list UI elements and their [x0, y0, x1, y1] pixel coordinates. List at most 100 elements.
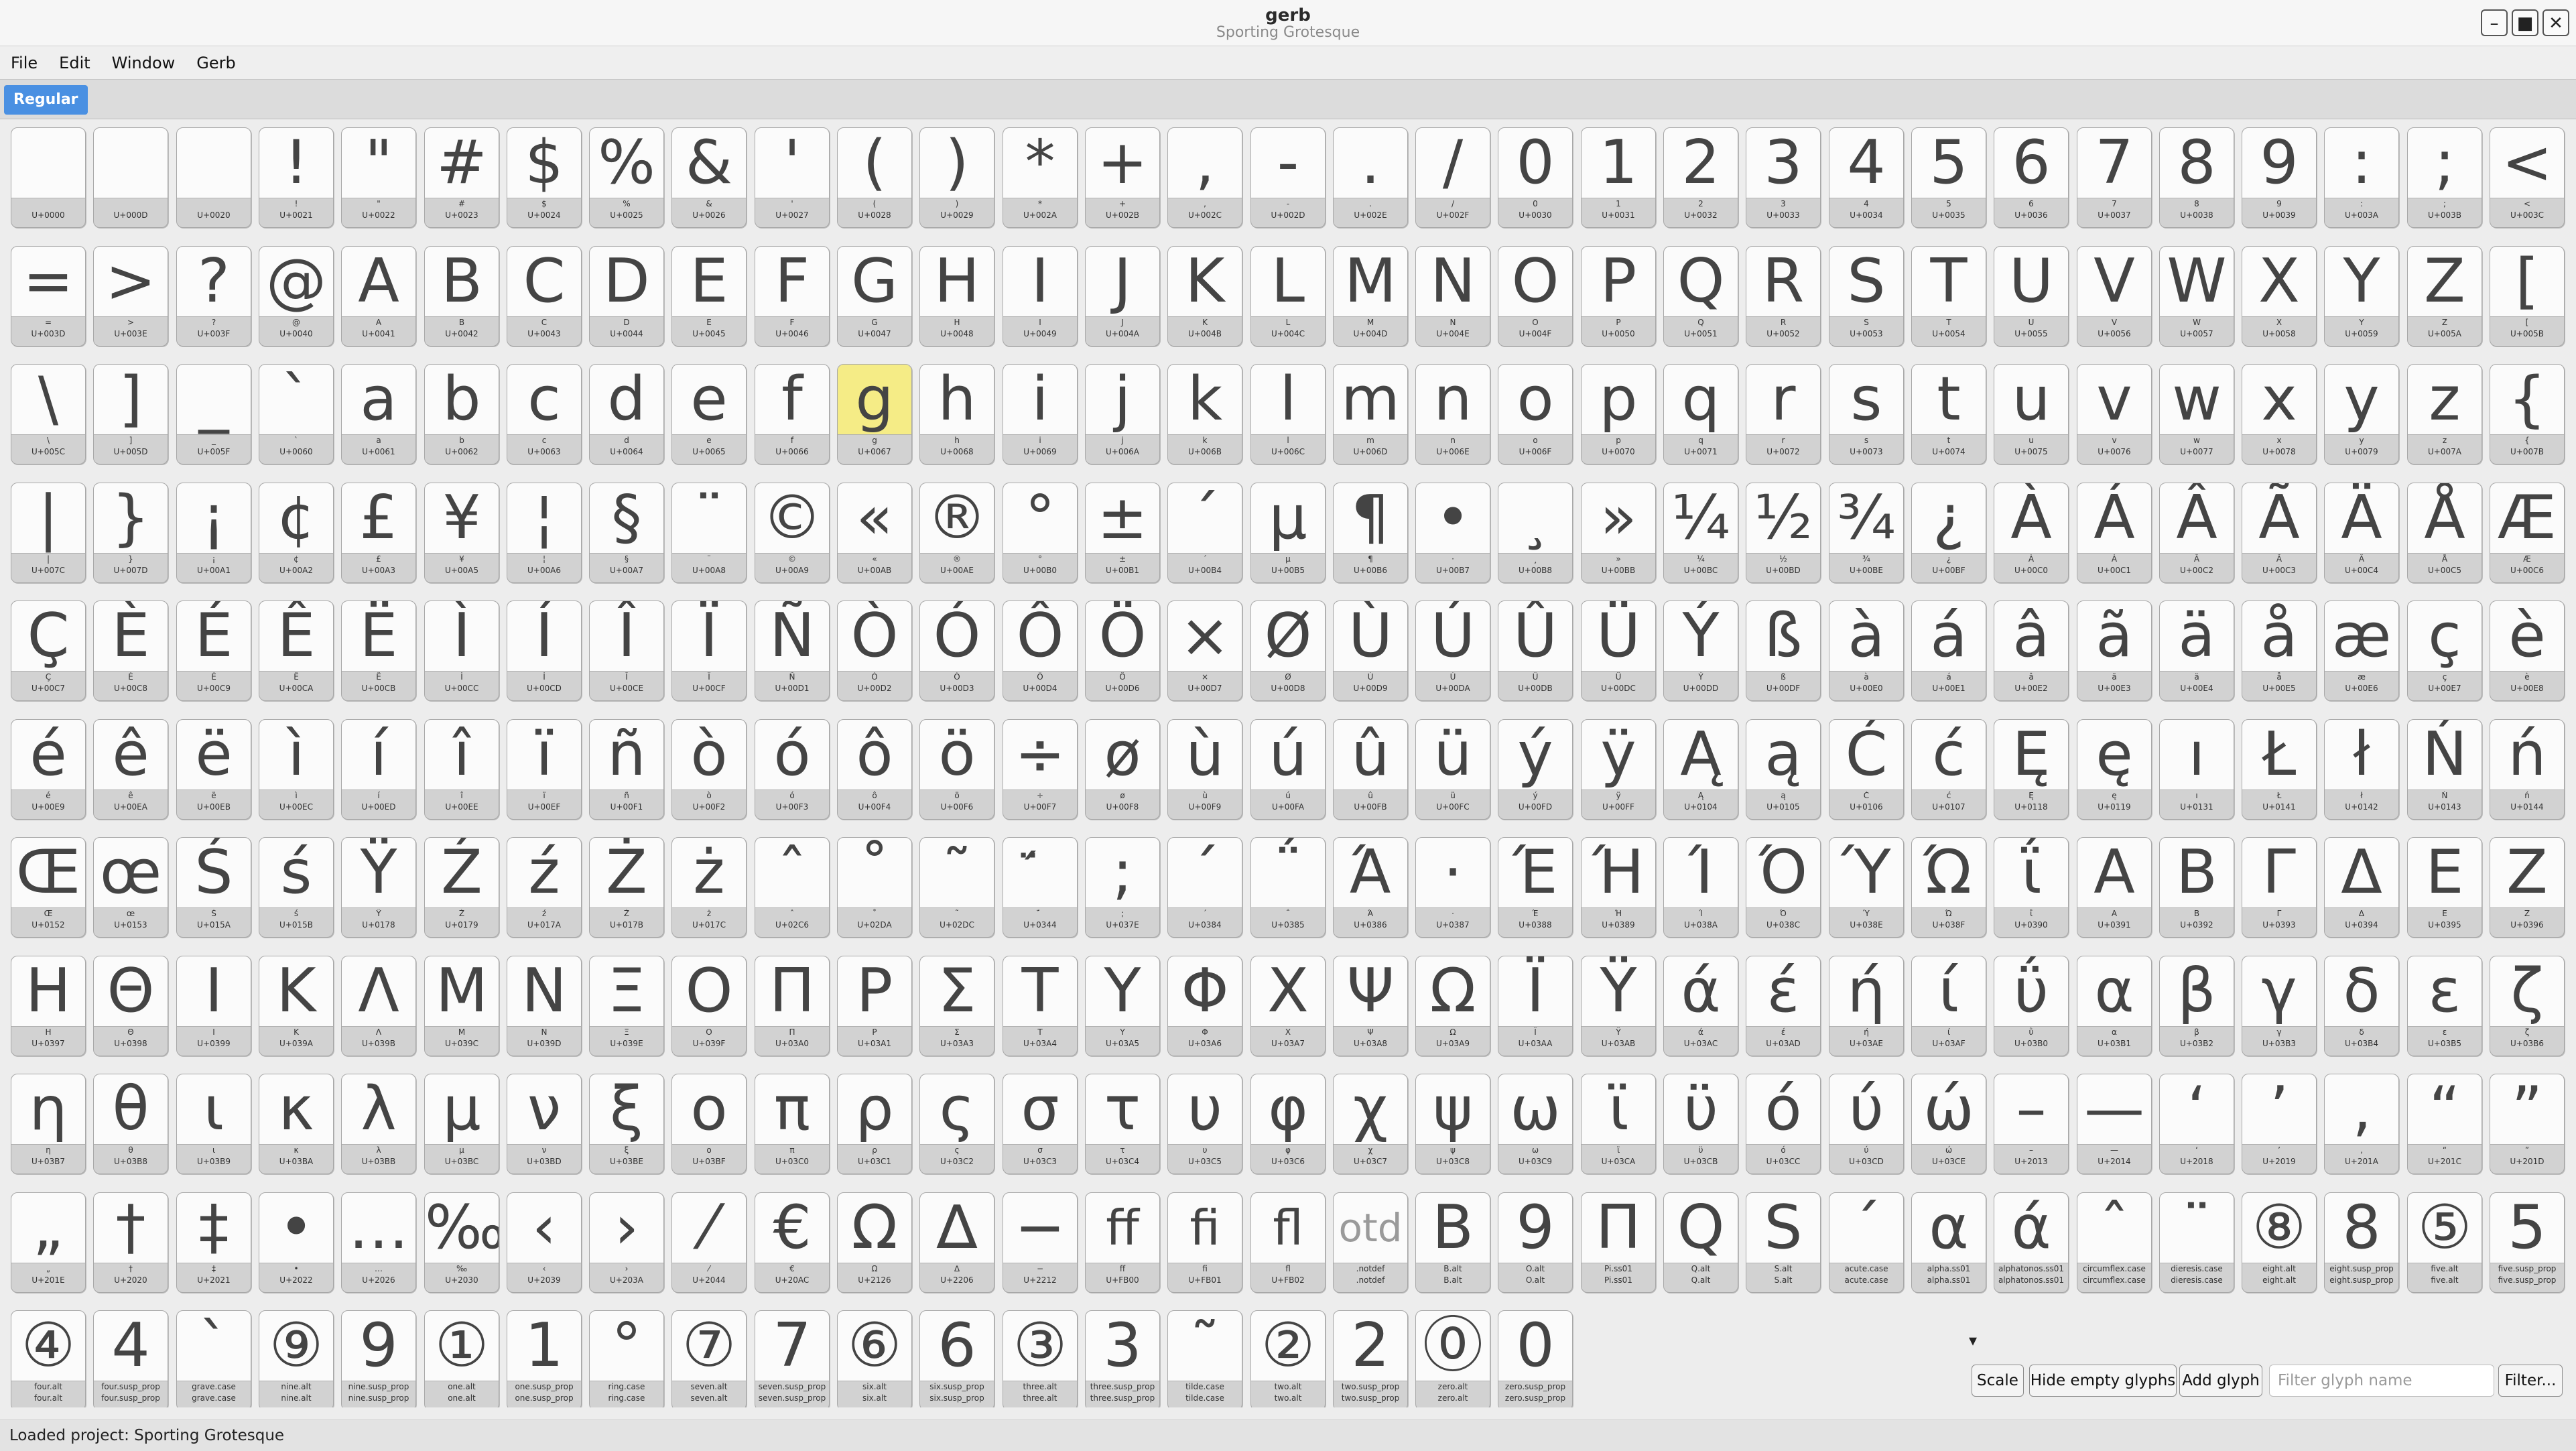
glyph-cell[interactable]: [[U+005B: [2490, 246, 2565, 346]
glyph-cell[interactable]: w w U+0077: [2159, 364, 2234, 464]
glyph-cell[interactable]: Å Å U+00C5: [2407, 483, 2482, 583]
glyph-cell[interactable]: 0 0 U+0030: [1498, 127, 1573, 228]
glyph-cell[interactable]: λ λ U+03BB: [341, 1074, 416, 1174]
glyph-cell[interactable]: Á Á U+00C1: [2077, 483, 2152, 583]
glyph-cell[interactable]: û û U+00FB: [1333, 719, 1408, 820]
glyph-cell[interactable]: Ÿ Ÿ U+0178: [341, 837, 416, 938]
glyph-cell[interactable]: Τ Τ U+03A4: [1003, 956, 1078, 1056]
glyph-cell[interactable]: Œ Œ U+0152: [11, 837, 86, 938]
filter-button[interactable]: Filter...: [2498, 1365, 2563, 1397]
glyph-cell[interactable]: ø ø U+00F8: [1085, 719, 1160, 820]
glyph-cell[interactable]: υ υ U+03C5: [1167, 1074, 1242, 1174]
add-glyph-button[interactable]: Add glyph: [2179, 1365, 2262, 1397]
glyph-cell[interactable]: 5 five.susp_prop five.susp_prop: [2490, 1192, 2565, 1293]
glyph-cell[interactable]: 8 eight.susp_prop eight.susp_prop: [2324, 1192, 2399, 1293]
glyph-cell[interactable]: ÷ ÷ U+00F7: [1003, 719, 1078, 820]
glyph-cell[interactable]: 7 seven.susp_prop seven.susp_prop: [755, 1310, 830, 1407]
glyph-cell[interactable]: ì ì U+00EC: [259, 719, 334, 820]
glyph-cell[interactable]: »» U+00BB: [1581, 483, 1656, 583]
glyph-cell[interactable]: %% U+0025: [589, 127, 664, 228]
glyph-cell[interactable]: Í Í U+00CD: [507, 601, 582, 701]
glyph-cell[interactable]: ζ ζ U+03B6: [2490, 956, 2565, 1056]
glyph-cell[interactable]: ④ four.alt four.alt: [11, 1310, 86, 1407]
glyph-cell[interactable]: ⓪ zero.alt zero.alt: [1415, 1310, 1490, 1407]
glyph-cell[interactable]: ϊ ϊ U+03CA: [1581, 1074, 1656, 1174]
glyph-cell[interactable]: ˜ tilde.case tilde.case: [1167, 1310, 1242, 1407]
glyph-cell[interactable]: έ έ U+03AD: [1746, 956, 1821, 1056]
menu-window[interactable]: Window: [101, 47, 186, 72]
glyph-cell[interactable]: α alpha.ss01 alpha.ss01: [1911, 1192, 1986, 1293]
glyph-cell[interactable]: }} U+007D: [93, 483, 168, 583]
glyph-cell[interactable]: ① one.alt one.alt: [424, 1310, 499, 1407]
glyph-cell[interactable]: ⁄ ⁄ U+2044: [671, 1192, 747, 1293]
glyph-cell[interactable]: ο ο U+03BF: [671, 1074, 747, 1174]
glyph-cell[interactable]: ώ ώ U+03CE: [1911, 1074, 1986, 1174]
glyph-cell[interactable]: Α Α U+0391: [2077, 837, 2152, 938]
glyph-cell[interactable]: 0 zero.susp_prop zero.susp_prop: [1498, 1310, 1573, 1407]
glyph-cell[interactable]: ` grave.case grave.case: [176, 1310, 251, 1407]
glyph-cell[interactable]: z z U+007A: [2407, 364, 2482, 464]
glyph-cell[interactable]: Ά Ά U+0386: [1333, 837, 1408, 938]
glyph-cell[interactable]: ”” U+201D: [2490, 1074, 2565, 1174]
glyph-cell[interactable]: Ό Ό U+038C: [1746, 837, 1821, 938]
glyph-cell[interactable]: ¦ ¦ U+00A6: [507, 483, 582, 583]
glyph-cell[interactable]: τ τ U+03C4: [1085, 1074, 1160, 1174]
glyph-cell[interactable]: {{U+007B: [2490, 364, 2565, 464]
glyph-cell[interactable]: ό ό U+03CC: [1746, 1074, 1821, 1174]
glyph-cell[interactable]: 6 6 U+0036: [1994, 127, 2069, 228]
glyph-cell[interactable]: ̈́̈́U+0344: [1003, 837, 1078, 938]
glyph-cell[interactable]: Ξ Ξ U+039E: [589, 956, 664, 1056]
glyph-cell[interactable]: Ψ Ψ U+03A8: [1333, 956, 1408, 1056]
glyph-cell[interactable]: α α U+03B1: [2077, 956, 2152, 1056]
glyph-cell[interactable]: É É U+00C9: [176, 601, 251, 701]
glyph-cell[interactable]: ° ° U+00B0: [1003, 483, 1078, 583]
glyph-cell[interactable]: / / U+002F: [1415, 127, 1490, 228]
glyph-cell[interactable]: ć ć U+0107: [1911, 719, 1986, 820]
glyph-cell[interactable]: ¨ dieresis.case dieresis.case: [2159, 1192, 2234, 1293]
glyph-cell[interactable]: À À U+00C0: [1994, 483, 2069, 583]
glyph-cell[interactable]: ¶ ¶ U+00B6: [1333, 483, 1408, 583]
glyph-cell[interactable]: R R U+0052: [1746, 246, 1821, 346]
filter-glyph-input[interactable]: [2269, 1365, 2494, 1397]
glyph-cell[interactable]: é é U+00E9: [11, 719, 86, 820]
glyph-cell[interactable]: î î U+00EE: [424, 719, 499, 820]
glyph-cell[interactable]: ΄ ΄ U+0384: [1167, 837, 1242, 938]
glyph-cell[interactable]: Â Â U+00C2: [2159, 483, 2234, 583]
glyph-cell[interactable]: otd .notdef .notdef: [1333, 1192, 1408, 1293]
glyph-cell[interactable]: E E U+0045: [671, 246, 747, 346]
glyph-cell[interactable]: Ś Ś U+015A: [176, 837, 251, 938]
menu-gerb[interactable]: Gerb: [186, 47, 246, 72]
glyph-cell[interactable]: œ œ U+0153: [93, 837, 168, 938]
glyph-cell[interactable]: > > U+003E: [93, 246, 168, 346]
glyph-cell[interactable]: J J U+004A: [1085, 246, 1160, 346]
glyph-cell[interactable]: æ æ U+00E6: [2324, 601, 2399, 701]
glyph-cell[interactable]: – – U+2013: [1994, 1074, 2069, 1174]
glyph-cell[interactable]: ê ê U+00EA: [93, 719, 168, 820]
glyph-cell[interactable]: ę ę U+0119: [2077, 719, 2152, 820]
glyph-cell[interactable]: ?? U+003F: [176, 246, 251, 346]
glyph-cell[interactable]: κ κ U+03BA: [259, 1074, 334, 1174]
glyph-cell[interactable]: ú ú U+00FA: [1250, 719, 1326, 820]
glyph-cell[interactable]: ‰ ‰ U+2030: [424, 1192, 499, 1293]
glyph-cell[interactable]: Ø Ø U+00D8: [1250, 601, 1326, 701]
glyph-cell[interactable]: ´ ´ U+00B4: [1167, 483, 1242, 583]
glyph-cell[interactable]: v v U+0076: [2077, 364, 2152, 464]
glyph-cell[interactable]: 8 8 U+0038: [2159, 127, 2234, 228]
glyph-cell[interactable]: ς ς U+03C2: [919, 1074, 994, 1174]
glyph-cell[interactable]: ą ą U+0105: [1746, 719, 1821, 820]
glyph-cell[interactable]: ,, U+002C: [1167, 127, 1242, 228]
glyph-cell[interactable]: ⑧ eight.alt eight.alt: [2242, 1192, 2317, 1293]
glyph-cell[interactable]: @ @ U+0040: [259, 246, 334, 346]
glyph-cell[interactable]: Ê Ê U+00CA: [259, 601, 334, 701]
glyph-cell[interactable]: • • U+2022: [259, 1192, 334, 1293]
glyph-cell[interactable]: | | U+007C: [11, 483, 86, 583]
glyph-cell[interactable]: Æ Æ U+00C6: [2490, 483, 2565, 583]
glyph-cell[interactable]: \ \ U+005C: [11, 364, 86, 464]
glyph-cell[interactable]: Û Û U+00DB: [1498, 601, 1573, 701]
glyph-cell[interactable]: ¥ ¥ U+00A5: [424, 483, 499, 583]
glyph-cell[interactable]: ã ã U+00E3: [2077, 601, 2152, 701]
glyph-cell[interactable]: Π Π U+03A0: [755, 956, 830, 1056]
glyph-cell[interactable]: ρ ρ U+03C1: [837, 1074, 912, 1174]
glyph-cell[interactable]: D D U+0044: [589, 246, 664, 346]
menu-edit[interactable]: Edit: [48, 47, 101, 72]
